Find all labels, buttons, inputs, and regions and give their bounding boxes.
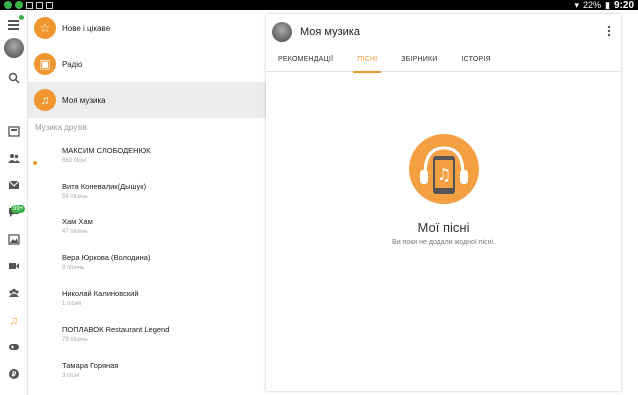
menu-item-label: Нове і цікаве bbox=[62, 23, 111, 33]
empty-state-title: Мої пісні bbox=[417, 220, 470, 235]
notification-icon bbox=[46, 1, 53, 9]
friend-item[interactable]: Вера Юркова (Володина) 8 пісень bbox=[62, 253, 262, 271]
friend-song-count: 8 пісень bbox=[62, 265, 85, 271]
music-note-icon: ♫ bbox=[34, 89, 56, 111]
music-icon[interactable]: ♫ bbox=[7, 314, 21, 328]
empty-state-subtitle: Ви поки не додали жодної пісні. bbox=[392, 239, 495, 246]
friend-item[interactable]: ПОПЛАВОК Restaurant Legend 79 пісень bbox=[62, 325, 262, 343]
friend-song-count: 3 пісні bbox=[62, 373, 80, 379]
friends-icon[interactable] bbox=[7, 152, 21, 166]
page-title: Моя музика bbox=[300, 26, 360, 38]
notification-icon bbox=[4, 1, 12, 9]
battery-icon: ▮ bbox=[605, 0, 610, 10]
feed-icon[interactable] bbox=[7, 125, 21, 139]
friends-section-title: Музика друзів bbox=[35, 123, 87, 132]
empty-state: ♫ Мої пісні Ви поки не додали жодної піс… bbox=[266, 134, 621, 246]
friend-song-count: 663 пісні bbox=[62, 158, 86, 164]
search-icon[interactable] bbox=[7, 72, 21, 86]
tab-songs[interactable]: ПІСНІ bbox=[345, 50, 389, 73]
menu-item-label: Моя музика bbox=[62, 95, 106, 105]
friend-item[interactable]: Вита Коневалик(Дышук) 58 пісень bbox=[62, 182, 262, 200]
friend-item[interactable]: Николай Калиновский 1 пісня bbox=[62, 289, 262, 307]
tab-bar: РЕКОМЕНДАЦІЇ ПІСНІ ЗБІРНИКИ ІСТОРІЯ bbox=[266, 50, 621, 73]
online-indicator bbox=[19, 15, 24, 20]
menu-item-new[interactable]: ☆ Нове і цікаве bbox=[28, 10, 266, 46]
tab-recommendations[interactable]: РЕКОМЕНДАЦІЇ bbox=[266, 50, 345, 71]
groups-icon[interactable] bbox=[7, 287, 21, 301]
friend-item[interactable]: МАКСИМ СЛОБОДЕНЮК 663 пісні bbox=[62, 146, 262, 164]
friend-song-count: 79 пісень bbox=[62, 337, 88, 343]
friend-song-count: 1 пісня bbox=[62, 301, 82, 307]
friend-name: Хам Хам bbox=[62, 217, 93, 226]
headphones-phone-icon: ♫ bbox=[408, 134, 479, 204]
clock: 9:20 bbox=[613, 0, 634, 11]
avatar[interactable] bbox=[272, 22, 292, 42]
svg-text:♫: ♫ bbox=[436, 165, 450, 184]
menu-icon[interactable] bbox=[7, 18, 21, 32]
new-activity-indicator bbox=[33, 161, 37, 165]
notification-icon bbox=[26, 1, 33, 9]
friend-name: Вера Юркова (Володина) bbox=[62, 253, 151, 262]
panel-header: Моя музика bbox=[266, 14, 621, 50]
friend-name: Тамара Горяная bbox=[62, 361, 119, 370]
chat-badge: 99+ bbox=[11, 205, 26, 213]
menu-item-label: Радіо bbox=[62, 59, 83, 69]
friend-song-count: 47 пісень bbox=[62, 229, 88, 235]
messages-icon[interactable] bbox=[7, 179, 21, 193]
friend-name: МАКСИМ СЛОБОДЕНЮК bbox=[62, 146, 151, 155]
star-icon: ☆ bbox=[34, 17, 56, 39]
friend-name: Вита Коневалик(Дышук) bbox=[62, 182, 147, 191]
status-bar: ▾ 22% ▮ 9:20 bbox=[0, 0, 638, 11]
money-icon[interactable]: ₽ bbox=[7, 368, 21, 382]
battery-level: 22% bbox=[583, 0, 602, 10]
music-menu: ☆ Нове і цікаве ▣ Радіо ♫ Моя музика Муз… bbox=[28, 10, 266, 395]
friend-name: Николай Калиновский bbox=[62, 289, 139, 298]
friend-song-count: 58 пісень bbox=[62, 194, 88, 200]
photos-icon[interactable] bbox=[7, 233, 21, 247]
wifi-icon: ▾ bbox=[574, 0, 580, 10]
games-icon[interactable] bbox=[7, 341, 21, 355]
menu-item-my-music[interactable]: ♫ Моя музика bbox=[28, 82, 266, 118]
friend-item[interactable]: Тамара Горяная 3 пісні bbox=[62, 361, 262, 379]
nav-rail: 99+ ♫ ₽ bbox=[0, 10, 28, 395]
avatar[interactable] bbox=[4, 38, 24, 58]
my-music-panel: Моя музика РЕКОМЕНДАЦІЇ ПІСНІ ЗБІРНИКИ І… bbox=[266, 14, 621, 391]
radio-icon: ▣ bbox=[34, 53, 56, 75]
more-options-icon[interactable] bbox=[607, 25, 611, 37]
notification-icon bbox=[15, 1, 23, 9]
video-icon[interactable] bbox=[7, 260, 21, 274]
menu-item-radio[interactable]: ▣ Радіо bbox=[28, 46, 266, 82]
tab-collections[interactable]: ЗБІРНИКИ bbox=[389, 50, 449, 71]
notification-icon bbox=[36, 1, 43, 9]
friend-name: ПОПЛАВОК Restaurant Legend bbox=[62, 325, 170, 334]
svg-text:₽: ₽ bbox=[12, 371, 17, 379]
friend-item[interactable]: Хам Хам 47 пісень bbox=[62, 217, 262, 235]
tab-history[interactable]: ІСТОРІЯ bbox=[449, 50, 502, 71]
